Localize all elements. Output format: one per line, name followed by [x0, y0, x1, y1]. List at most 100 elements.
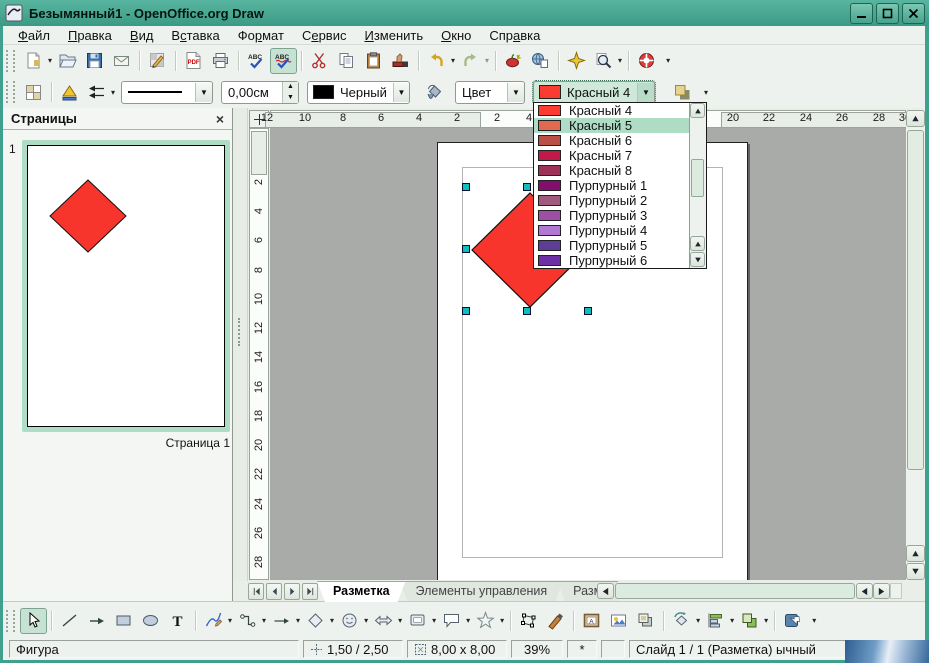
close-button[interactable]: [902, 3, 925, 24]
layer-tab-Разметка[interactable]: Разметка: [317, 581, 406, 602]
title-bar[interactable]: Безымянный1 - OpenOffice.org Draw: [0, 0, 929, 26]
fill-color-dropdown-arrow[interactable]: ▼: [637, 83, 654, 102]
connector-button[interactable]: [234, 608, 261, 634]
menu-item-Вид[interactable]: Вид: [121, 27, 163, 44]
edit-file-button[interactable]: [144, 48, 171, 74]
fill-color-combo[interactable]: Красный 4 ▼: [533, 81, 655, 104]
dropdown-scroll-down-button[interactable]: [690, 252, 705, 267]
arrow-style-dropdown-arrow[interactable]: ▾: [111, 88, 115, 97]
align-button[interactable]: [702, 608, 729, 634]
flowchart-dropdown-arrow[interactable]: ▾: [432, 616, 436, 625]
line-color-combo[interactable]: Черный ▼: [307, 81, 410, 104]
tab-nav-first-button[interactable]: [248, 583, 264, 600]
block-arrows-button[interactable]: [370, 608, 397, 634]
menu-item-Правка[interactable]: Правка: [59, 27, 121, 44]
color-option-Пурпурный 3[interactable]: Пурпурный 3: [534, 208, 706, 223]
color-option-Красный 8[interactable]: Красный 8: [534, 163, 706, 178]
selection-handle[interactable]: [462, 183, 470, 191]
scroll-down-button[interactable]: [906, 563, 925, 580]
tab-nav-last-button[interactable]: [302, 583, 318, 600]
dropdown-scroll-up-button[interactable]: [690, 103, 705, 118]
curve-button[interactable]: [200, 608, 227, 634]
curve-dropdown-arrow[interactable]: ▾: [228, 616, 232, 625]
scroll-right-button[interactable]: [873, 583, 890, 599]
email-button[interactable]: [108, 48, 135, 74]
edit-points-button[interactable]: [56, 79, 83, 105]
line-style-dropdown-arrow[interactable]: ▼: [195, 83, 212, 102]
selection-handle[interactable]: [584, 307, 592, 315]
auto-spellcheck-button[interactable]: ABC: [270, 48, 297, 74]
dropdown-scroll-up-button-2[interactable]: [690, 236, 705, 251]
block-arrows-dropdown-arrow[interactable]: ▾: [398, 616, 402, 625]
toolbar-overflow-arrow[interactable]: ▾: [812, 616, 816, 625]
vertical-ruler[interactable]: 246810121416182022242628: [249, 128, 269, 580]
cut-button[interactable]: [306, 48, 333, 74]
toolbar-grip[interactable]: [6, 81, 15, 103]
menu-item-Справка[interactable]: Справка: [480, 27, 549, 44]
selection-handle[interactable]: [523, 183, 531, 191]
select-button[interactable]: [20, 608, 47, 634]
frame-button[interactable]: A: [578, 608, 605, 634]
menu-item-Вставка[interactable]: Вставка: [162, 27, 228, 44]
basic-shapes-dropdown-arrow[interactable]: ▾: [330, 616, 334, 625]
selection-handle[interactable]: [523, 307, 531, 315]
new-button[interactable]: [20, 48, 47, 74]
dropdown-scroll-thumb[interactable]: [691, 159, 704, 197]
scroll-left-button[interactable]: [597, 583, 614, 599]
fontwork-button[interactable]: [542, 608, 569, 634]
text-button[interactable]: T: [164, 608, 191, 634]
help-button[interactable]: [633, 48, 660, 74]
lines-arrows-dropdown-arrow[interactable]: ▾: [296, 616, 300, 625]
panel-splitter[interactable]: [233, 108, 248, 581]
color-option-Пурпурный 6[interactable]: Пурпурный 6: [534, 253, 706, 268]
zoom-button[interactable]: [590, 48, 617, 74]
line-color-dropdown-arrow[interactable]: ▼: [393, 83, 409, 102]
menu-item-Сервис[interactable]: Сервис: [293, 27, 356, 44]
lines-arrows-button[interactable]: [268, 608, 295, 634]
rotate-button[interactable]: [668, 608, 695, 634]
edit-points-draw-button[interactable]: [515, 608, 542, 634]
menu-item-Формат[interactable]: Формат: [229, 27, 293, 44]
symbol-shapes-button[interactable]: [336, 608, 363, 634]
redo-dropdown-arrow[interactable]: ▾: [485, 56, 489, 65]
arrange-dropdown-arrow[interactable]: ▾: [764, 616, 768, 625]
color-option-Пурпурный 4[interactable]: Пурпурный 4: [534, 223, 706, 238]
horizontal-scroll-thumb[interactable]: [615, 583, 855, 599]
hyperlink-button[interactable]: [527, 48, 554, 74]
dropdown-scrollbar[interactable]: [689, 103, 706, 268]
tab-nav-next-button[interactable]: [284, 583, 300, 600]
rectangle-button[interactable]: [110, 608, 137, 634]
scroll-up-button-2[interactable]: [906, 545, 925, 562]
scroll-left-button-2[interactable]: [856, 583, 873, 599]
scroll-up-button[interactable]: [906, 110, 925, 127]
open-button[interactable]: [54, 48, 81, 74]
toolbar-grip[interactable]: [6, 610, 15, 632]
page-thumbnail[interactable]: [22, 140, 230, 432]
vertical-scrollbar[interactable]: [906, 110, 925, 580]
align-dropdown-arrow[interactable]: ▾: [730, 616, 734, 625]
flowchart-button[interactable]: [404, 608, 431, 634]
color-option-Красный 5[interactable]: Красный 5: [534, 118, 706, 133]
area-fill-button[interactable]: [420, 79, 447, 105]
arrow-button[interactable]: [83, 608, 110, 634]
undo-dropdown-arrow[interactable]: ▾: [451, 56, 455, 65]
toolbar-grip[interactable]: [6, 50, 15, 72]
splitter-handle[interactable]: [238, 318, 243, 346]
line-width-value[interactable]: 0,00см: [222, 82, 282, 103]
toolbar-overflow-arrow[interactable]: ▾: [666, 56, 670, 65]
stars-button[interactable]: [472, 608, 499, 634]
callouts-button[interactable]: [438, 608, 465, 634]
arrange-button[interactable]: [736, 608, 763, 634]
redo-button[interactable]: [457, 48, 484, 74]
save-button[interactable]: [81, 48, 108, 74]
stars-dropdown-arrow[interactable]: ▾: [500, 616, 504, 625]
maximize-button[interactable]: [876, 3, 899, 24]
arrow-style-button[interactable]: [83, 79, 110, 105]
toolbar-overflow-arrow[interactable]: ▾: [704, 88, 708, 97]
color-option-Красный 7[interactable]: Красный 7: [534, 148, 706, 163]
interaction-button[interactable]: [779, 608, 806, 634]
minimize-button[interactable]: [850, 3, 873, 24]
navigator-button[interactable]: [563, 48, 590, 74]
menu-item-Окно[interactable]: Окно: [432, 27, 480, 44]
color-option-Пурпурный 1[interactable]: Пурпурный 1: [534, 178, 706, 193]
